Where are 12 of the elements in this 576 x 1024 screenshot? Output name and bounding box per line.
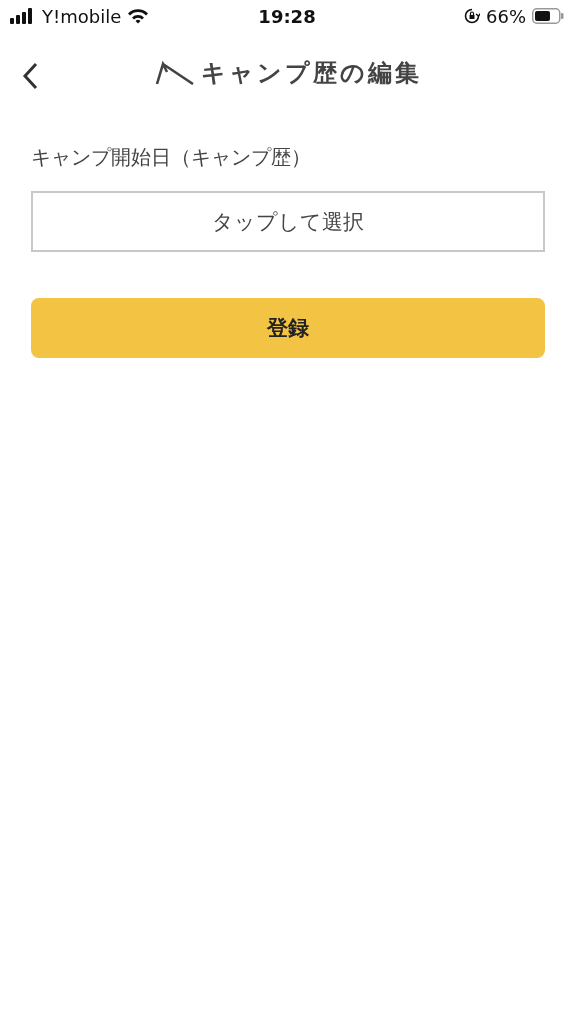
chevron-left-icon — [22, 62, 38, 90]
page-title: キャンプ歴の編集 — [200, 58, 422, 89]
tent-logo-icon — [154, 61, 195, 85]
clock-time: 19:28 — [258, 5, 316, 27]
carrier-name: Y!mobile — [42, 5, 122, 27]
battery-icon — [532, 8, 564, 24]
wifi-icon — [127, 8, 150, 24]
battery-percent: 66% — [486, 5, 526, 27]
date-picker-field[interactable]: タップして選択 — [31, 191, 545, 252]
rotation-lock-icon — [464, 8, 480, 24]
field-label: キャンプ開始日（キャンプ歴） — [31, 144, 312, 171]
register-button[interactable]: 登録 — [31, 298, 545, 358]
